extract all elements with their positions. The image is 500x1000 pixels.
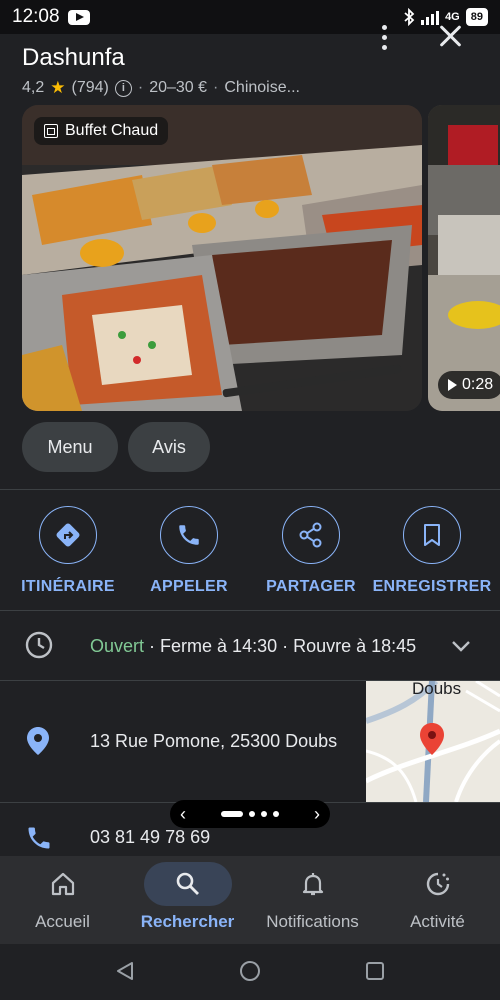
battery-icon: 89 — [465, 8, 488, 26]
chevron-down-icon[interactable] — [450, 639, 472, 653]
photo-buffet[interactable]: Buffet Chaud — [22, 105, 422, 411]
price-range: 20–30 € — [149, 79, 208, 96]
place-category: Chinoise... — [224, 79, 300, 96]
place-name: Dashunfa — [22, 44, 125, 71]
video-duration: 0:28 — [462, 376, 494, 393]
map-label: Doubs — [412, 681, 462, 698]
photo-label: Buffet Chaud — [34, 117, 169, 145]
hours-text: Ouvert · Ferme à 14:30 · Rouvre à 18:45 — [90, 636, 416, 657]
home-icon — [19, 862, 107, 906]
info-icon[interactable]: i — [114, 79, 132, 97]
share-icon — [282, 506, 340, 564]
share-label: PARTAGER — [266, 578, 356, 595]
system-nav-bar — [0, 944, 500, 1000]
status-bar: 12:08 4G 89 — [0, 0, 500, 34]
map-thumbnail[interactable]: Doubs — [366, 681, 500, 802]
network-type: 4G — [445, 11, 460, 23]
hours-detail: · Ferme à 14:30 · Rouvre à 18:45 — [149, 636, 417, 656]
directions-label: ITINÉRAIRE — [21, 578, 115, 595]
hours-row[interactable]: Ouvert · Ferme à 14:30 · Rouvre à 18:45 — [0, 612, 500, 680]
tab-activity[interactable]: Activité — [375, 856, 500, 944]
photo-label-text: Buffet Chaud — [65, 122, 159, 139]
location-pin-icon — [27, 727, 49, 755]
rating-value: 4,2 — [22, 79, 45, 96]
clock-icon — [25, 631, 53, 659]
divider — [0, 610, 500, 611]
separator-dot: · — [213, 79, 219, 96]
tab-home[interactable]: Accueil — [0, 856, 125, 944]
signal-icon — [421, 9, 440, 25]
bookmark-icon — [403, 506, 461, 564]
close-icon[interactable] — [438, 24, 462, 48]
page-switcher-pill[interactable]: ‹ › — [170, 800, 330, 828]
address-text[interactable]: 13 Rue Pomone, 25300 Doubs — [90, 731, 337, 752]
bell-icon — [269, 862, 357, 906]
youtube-icon — [67, 9, 90, 25]
video-duration-badge: 0:28 — [438, 371, 500, 399]
back-icon[interactable] — [110, 956, 140, 986]
save-label: ENREGISTRER — [372, 578, 492, 595]
save-button[interactable]: ENREGISTRER — [372, 506, 492, 596]
directions-button[interactable]: ITINÉRAIRE — [8, 506, 128, 596]
call-label: APPELER — [150, 578, 228, 595]
menu-chip[interactable]: Menu — [22, 422, 118, 472]
place-summary: 4,2 ★ (794) i · 20–30 € · Chinoise... — [22, 78, 478, 98]
search-icon — [143, 862, 232, 906]
tab-label: Rechercher — [140, 912, 235, 931]
phone-icon — [160, 506, 218, 564]
status-time: 12:08 — [12, 6, 60, 27]
star-icon: ★ — [50, 78, 66, 97]
video-thumbnail[interactable]: 0:28 — [428, 105, 500, 411]
call-button[interactable]: APPELER — [129, 506, 249, 596]
open-status: Ouvert — [90, 636, 145, 656]
gallery-icon — [44, 124, 58, 138]
chevron-left-icon[interactable]: ‹ — [180, 804, 186, 825]
review-count[interactable]: (794) — [72, 79, 109, 97]
share-button[interactable]: PARTAGER — [251, 506, 371, 596]
place-header: Dashunfa 4,2 ★ (794) i · 20–30 € · Chino… — [0, 34, 500, 104]
recents-icon[interactable] — [360, 956, 390, 986]
divider — [0, 489, 500, 490]
tab-notifications[interactable]: Notifications — [250, 856, 375, 944]
home-circle-icon[interactable] — [235, 956, 265, 986]
phone-number[interactable]: 03 81 49 78 69 — [90, 827, 210, 848]
tab-label: Notifications — [266, 912, 359, 931]
directions-icon — [39, 506, 97, 564]
reviews-chip[interactable]: Avis — [128, 422, 210, 472]
page-indicator — [221, 811, 279, 817]
tab-search[interactable]: Rechercher — [125, 856, 250, 944]
play-icon — [448, 379, 457, 391]
bluetooth-icon — [404, 8, 415, 26]
tab-label: Accueil — [35, 912, 90, 931]
phone-icon — [28, 827, 50, 849]
activity-icon — [394, 862, 482, 906]
chevron-right-icon[interactable]: › — [314, 804, 320, 825]
more-options-icon[interactable] — [374, 22, 394, 52]
separator-dot: · — [137, 79, 144, 96]
bottom-nav: Accueil Rechercher Notifications Activit… — [0, 856, 500, 944]
tab-label: Activité — [410, 912, 465, 931]
